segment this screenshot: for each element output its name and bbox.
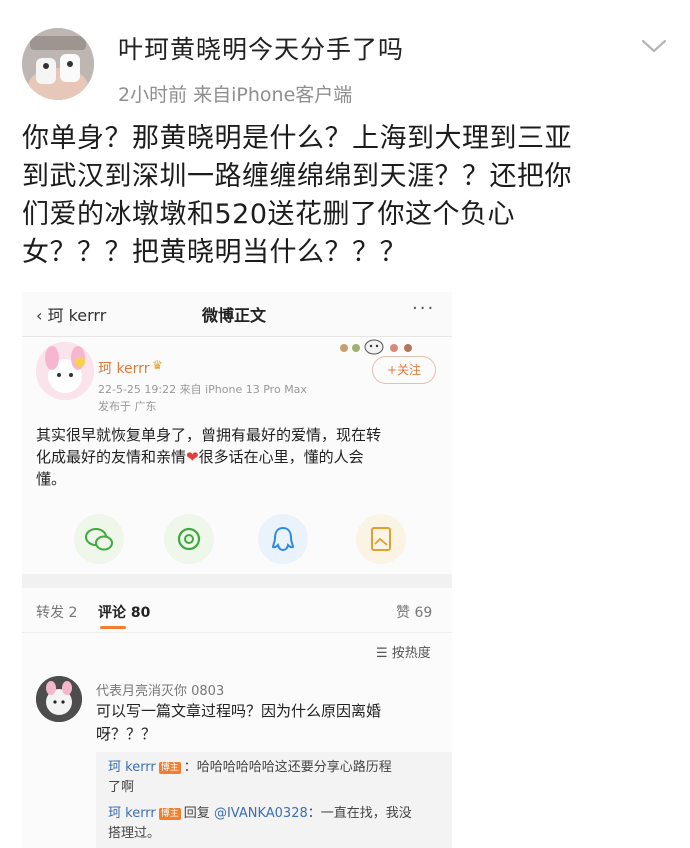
post-meta: 2小时前 来自iPhone客户端 bbox=[118, 84, 353, 106]
post-title: 叶珂黄晓明今天分手了吗 bbox=[118, 35, 405, 64]
mention-link[interactable]: @IVANKA0328 bbox=[214, 806, 308, 821]
qq-icon[interactable] bbox=[258, 514, 308, 564]
sort-button[interactable]: ☰ 按热度 bbox=[376, 642, 431, 661]
vip-crown-icon: ♛ bbox=[152, 358, 163, 372]
author-badge: 博主 bbox=[158, 807, 181, 820]
reply-text-line: 了啊 bbox=[108, 780, 135, 795]
back-label: 珂 kerrr bbox=[47, 306, 107, 325]
post-body-line: 们爱的冰墩墩和520送花删了你这个负心 bbox=[22, 199, 516, 230]
reply-item: 珂 kerrr 博主 回复 @IVANKA0328：一直在找，我没 搭理过。 bbox=[108, 804, 438, 844]
user-avatar[interactable] bbox=[22, 28, 94, 100]
share-row bbox=[22, 514, 452, 564]
more-icon[interactable]: ··· bbox=[412, 298, 435, 319]
commenter-name[interactable]: 代表月亮消灭你 0803 bbox=[96, 680, 224, 699]
reply-text-line: ：一直在找，我没 bbox=[307, 806, 412, 821]
reply-text-line: ：哈哈哈哈哈哈这还要分享心路历程 bbox=[183, 760, 392, 775]
follow-button[interactable]: +关注 bbox=[372, 356, 436, 384]
embedded-text-line: 其实很早就恢复单身了，曾拥有最好的爱情，现在转 bbox=[36, 426, 382, 444]
reply-word: 回复 bbox=[183, 806, 210, 821]
embedded-tabs: 转发 2 评论 80 赞 69 bbox=[22, 592, 452, 630]
blank-area bbox=[452, 292, 690, 848]
author-avatar[interactable] bbox=[36, 342, 94, 400]
back-button[interactable]: ‹ 珂 kerrr bbox=[36, 302, 106, 326]
post-time: 22-5-25 19:22 来自 iPhone 13 Pro Max bbox=[98, 383, 307, 396]
author-badge: 博主 bbox=[158, 761, 181, 774]
post-body-line: 女？？？把黄晓明当什么？？？ bbox=[22, 237, 407, 268]
post-body: 你单身？那黄晓明是什么？上海到大理到三亚 到武汉到深圳一路缠缠绵绵到天涯？？还把… bbox=[22, 120, 672, 272]
moments-icon[interactable] bbox=[164, 514, 214, 564]
chevron-down-icon[interactable] bbox=[640, 36, 668, 56]
tab-comment[interactable]: 评论 80 bbox=[98, 602, 150, 622]
tab-repost[interactable]: 转发 2 bbox=[36, 602, 77, 622]
post-body-line: 你单身？那黄晓明是什么？上海到大理到三亚 bbox=[22, 123, 572, 154]
wechat-icon[interactable] bbox=[74, 514, 124, 564]
reply-author[interactable]: 珂 kerrr bbox=[108, 760, 156, 775]
reply-text-line: 搭理过。 bbox=[108, 826, 161, 841]
active-tab-indicator bbox=[100, 626, 126, 629]
divider bbox=[22, 336, 452, 337]
decoration-icon bbox=[336, 338, 416, 356]
comment-text: 可以写一篇文章过程吗？因为什么原因离婚 呀？？？ bbox=[96, 700, 436, 746]
sort-label: 按热度 bbox=[391, 646, 431, 661]
embedded-text-line: 懂。 bbox=[36, 470, 67, 488]
divider bbox=[22, 574, 452, 588]
post-body-line: 到武汉到深圳一路缠缠绵绵到天涯？？还把你 bbox=[22, 161, 572, 192]
embedded-navbar: ‹ 珂 kerrr 微博正文 ··· bbox=[22, 292, 452, 336]
embedded-text-line: 很多话在心里，懂的人会 bbox=[198, 448, 364, 466]
commenter-avatar[interactable] bbox=[36, 676, 82, 722]
sort-icon: ☰ bbox=[376, 646, 392, 661]
embedded-nav-title: 微博正文 bbox=[202, 306, 267, 325]
heart-emoji-icon: ❤ bbox=[186, 448, 199, 466]
reply-author[interactable]: 珂 kerrr bbox=[108, 806, 156, 821]
post-header: 叶珂黄晓明今天分手了吗 2小时前 来自iPhone客户端 bbox=[0, 0, 690, 110]
tab-like[interactable]: 赞 69 bbox=[396, 602, 432, 622]
embedded-screenshot: ‹ 珂 kerrr 微博正文 ··· 珂 kerrr ♛ 22-5-25 19:… bbox=[22, 292, 452, 848]
comment-text-line: 可以写一篇文章过程吗？因为什么原因离婚 bbox=[96, 702, 382, 720]
divider bbox=[22, 632, 452, 633]
embedded-text-line: 化成最好的友情和亲情 bbox=[36, 448, 187, 466]
chevron-left-icon: ‹ bbox=[36, 306, 48, 325]
save-image-icon[interactable] bbox=[356, 514, 406, 564]
author-name[interactable]: 珂 kerrr bbox=[98, 358, 149, 378]
reply-box[interactable]: 珂 kerrr 博主 ：哈哈哈哈哈哈这还要分享心路历程 了啊 珂 kerrr 博主 回复… bbox=[96, 752, 452, 848]
post-location: 发布于 广东 bbox=[98, 400, 157, 413]
comment-text-line: 呀？？？ bbox=[96, 725, 157, 743]
reply-item: 珂 kerrr 博主 ：哈哈哈哈哈哈这还要分享心路历程 了啊 bbox=[108, 758, 438, 798]
embedded-post-text: 其实很早就恢复单身了，曾拥有最好的爱情，现在转 化成最好的友情和亲情❤很多话在心… bbox=[36, 424, 446, 490]
